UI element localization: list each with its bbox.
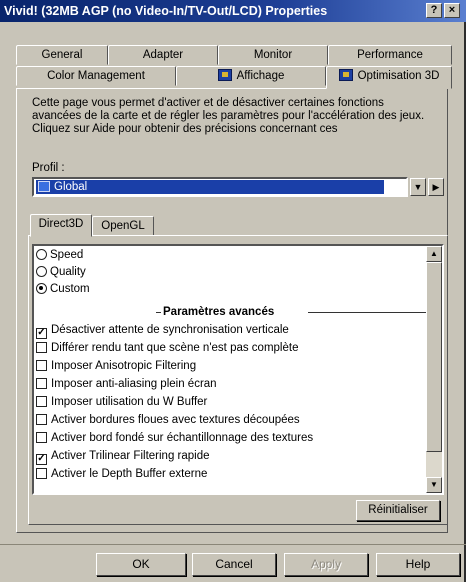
radio-quality[interactable]: Quality: [36, 264, 86, 281]
vertical-scrollbar[interactable]: ▲ ▼: [426, 246, 442, 493]
properties-dialog: Vivid! (32MB AGP (no Video-In/TV-Out/LCD…: [0, 0, 466, 582]
close-button[interactable]: ×: [444, 3, 460, 18]
radio-button-selected[interactable]: [36, 283, 47, 294]
chevron-down-icon: ▼: [413, 182, 423, 192]
checkbox-item[interactable]: Imposer utilisation du W Buffer: [36, 394, 207, 411]
tab-row-bottom: Color Management Affichage Optimisation …: [14, 66, 454, 89]
checkbox[interactable]: [36, 396, 47, 407]
scroll-up-button[interactable]: ▲: [426, 246, 442, 262]
arrow-down-icon: ▼: [430, 480, 438, 489]
apply-button[interactable]: Apply: [284, 553, 368, 576]
reset-button[interactable]: Réinitialiser: [356, 500, 440, 521]
tab-direct3d[interactable]: Direct3D: [30, 214, 92, 237]
window-title: Vivid! (32MB AGP (no Video-In/TV-Out/LCD…: [4, 4, 328, 18]
display-icon: [217, 69, 232, 81]
profile-label: Profil :: [32, 162, 65, 174]
profile-selected: Global: [36, 180, 384, 194]
checkbox[interactable]: [36, 468, 47, 479]
tab-opengl[interactable]: OpenGL: [92, 216, 154, 236]
checkbox[interactable]: [36, 378, 47, 389]
tab-row-top: General Adapter Monitor Performance: [14, 45, 454, 65]
radio-speed[interactable]: Speed: [36, 247, 83, 264]
divider: [0, 544, 466, 545]
checkbox-item[interactable]: ✓ Désactiver attente de synchronisation v…: [36, 322, 289, 339]
profile-more-button[interactable]: ▶: [428, 178, 444, 196]
tab-adapter[interactable]: Adapter: [108, 45, 218, 65]
tab-general[interactable]: General: [16, 45, 108, 65]
ok-button[interactable]: OK: [96, 553, 186, 576]
checkbox[interactable]: [36, 414, 47, 425]
tab-affichage[interactable]: Affichage: [176, 66, 326, 86]
checkbox[interactable]: [36, 432, 47, 443]
checkbox-checked[interactable]: ✓: [36, 454, 47, 465]
checkbox-item[interactable]: Imposer anti-aliasing plein écran: [36, 376, 217, 393]
checkbox-checked[interactable]: ✓: [36, 328, 47, 339]
checkbox-item[interactable]: Activer bordures floues avec textures dé…: [36, 412, 300, 429]
help-title-button[interactable]: ?: [426, 3, 442, 18]
title-bar[interactable]: Vivid! (32MB AGP (no Video-In/TV-Out/LCD…: [0, 0, 466, 22]
checkbox-item[interactable]: Différer rendu tant que scène n'est pas …: [36, 340, 298, 357]
checkbox[interactable]: [36, 360, 47, 371]
tab-monitor[interactable]: Monitor: [218, 45, 328, 65]
profile-icon: [38, 181, 50, 192]
checkbox[interactable]: [36, 342, 47, 353]
tab-performance[interactable]: Performance: [328, 45, 452, 65]
scroll-thumb[interactable]: [426, 262, 442, 452]
cancel-button[interactable]: Cancel: [192, 553, 276, 576]
profile-dropdown-button[interactable]: ▼: [410, 178, 426, 196]
scroll-down-button[interactable]: ▼: [426, 477, 442, 493]
checkbox-item[interactable]: ✓ Activer Trilinear Filtering rapide: [36, 448, 210, 465]
3d-icon: [338, 69, 353, 81]
checkbox-item[interactable]: Activer bord fondé sur échantillonnage d…: [36, 430, 313, 447]
description-text: Cette page vous permet d'activer et de d…: [32, 97, 425, 135]
checkbox-item[interactable]: Imposer Anisotropic Filtering: [36, 358, 196, 375]
arrow-up-icon: ▲: [430, 249, 438, 258]
profile-combobox[interactable]: Global: [32, 177, 408, 197]
checkbox-item[interactable]: Activer le Depth Buffer externe: [36, 466, 207, 483]
close-icon: ×: [448, 4, 456, 16]
divider: [308, 312, 426, 313]
radio-custom[interactable]: Custom: [36, 281, 90, 298]
options-list[interactable]: Speed Quality Custom Paramètres avancés …: [32, 244, 444, 495]
tab-optimisation-3d[interactable]: Optimisation 3D: [326, 66, 452, 89]
help-button[interactable]: Help: [376, 553, 460, 576]
radio-button[interactable]: [36, 249, 47, 260]
tab-color-management[interactable]: Color Management: [16, 66, 176, 86]
advanced-settings-header: Paramètres avancés: [36, 304, 426, 321]
section-title: Paramètres avancés: [161, 304, 277, 321]
radio-button[interactable]: [36, 266, 47, 277]
arrow-right-icon: ▶: [432, 182, 440, 192]
